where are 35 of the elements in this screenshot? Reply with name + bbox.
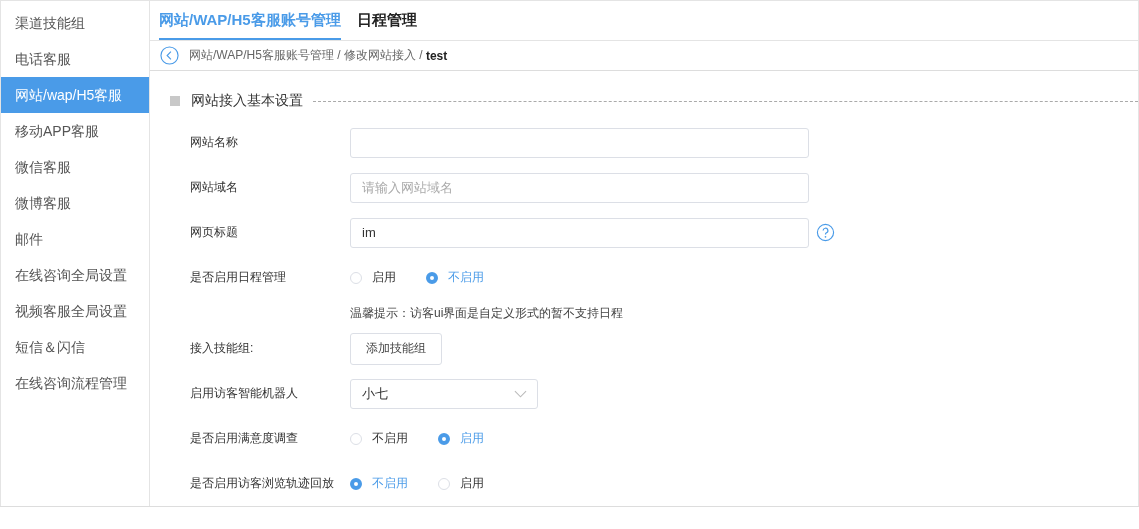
back-icon[interactable] (160, 46, 179, 65)
input-field[interactable]: im (350, 217, 809, 248)
sidebar-item[interactable]: 微信客服 (1, 149, 149, 185)
radio-option[interactable]: 不启用 (350, 430, 408, 447)
select-field[interactable]: 小七 (350, 378, 538, 409)
sidebar-item[interactable]: 视频客服全局设置 (1, 293, 149, 329)
sidebar-item[interactable]: 邮件 (1, 221, 149, 257)
field-label: 网页标题 (189, 224, 239, 241)
section-marker-icon (170, 96, 180, 106)
radio-option[interactable]: 启用 (350, 269, 396, 286)
hint-text: 温馨提示：访客ui界面是自定义形式的暂不支持日程 (350, 304, 624, 322)
section-title: 网站接入基本设置 (191, 92, 303, 110)
radio-option[interactable]: 启用 (438, 475, 484, 492)
sidebar-item[interactable]: 渠道技能组 (1, 5, 149, 41)
field-label: 启用访客智能机器人 (189, 385, 299, 402)
breadcrumb-path: 网站/WAP/H5客服账号管理 / 修改网站接入 / (189, 47, 424, 64)
field-label: 是否启用访客浏览轨迹回放 (189, 475, 335, 492)
sidebar-item[interactable]: 在线咨询全局设置 (1, 257, 149, 293)
add-skill-group-button[interactable]: 添加技能组 (350, 332, 442, 365)
field-label: 是否启用日程管理 (189, 269, 287, 286)
sidebar-item[interactable]: 电话客服 (1, 41, 149, 77)
sidebar-item[interactable]: 微博客服 (1, 185, 149, 221)
help-icon[interactable] (816, 223, 835, 242)
input-field[interactable]: 请输入网站域名 (350, 172, 809, 203)
field-label: 网站域名 (189, 179, 239, 196)
field-label: 接入技能组: (189, 340, 255, 357)
caret-icon (514, 389, 527, 398)
sidebar-item[interactable]: 在线咨询流程管理 (1, 365, 149, 401)
input-field[interactable] (350, 127, 809, 158)
breadcrumb-current: test (425, 48, 448, 63)
sidebar-item[interactable]: 移动APP客服 (1, 113, 149, 149)
tab[interactable]: 日程管理 (356, 1, 417, 40)
sidebar-item[interactable]: 短信＆闪信 (1, 329, 149, 365)
field-label: 是否启用满意度调查 (189, 430, 299, 447)
field-label: 网站名称 (189, 134, 239, 151)
